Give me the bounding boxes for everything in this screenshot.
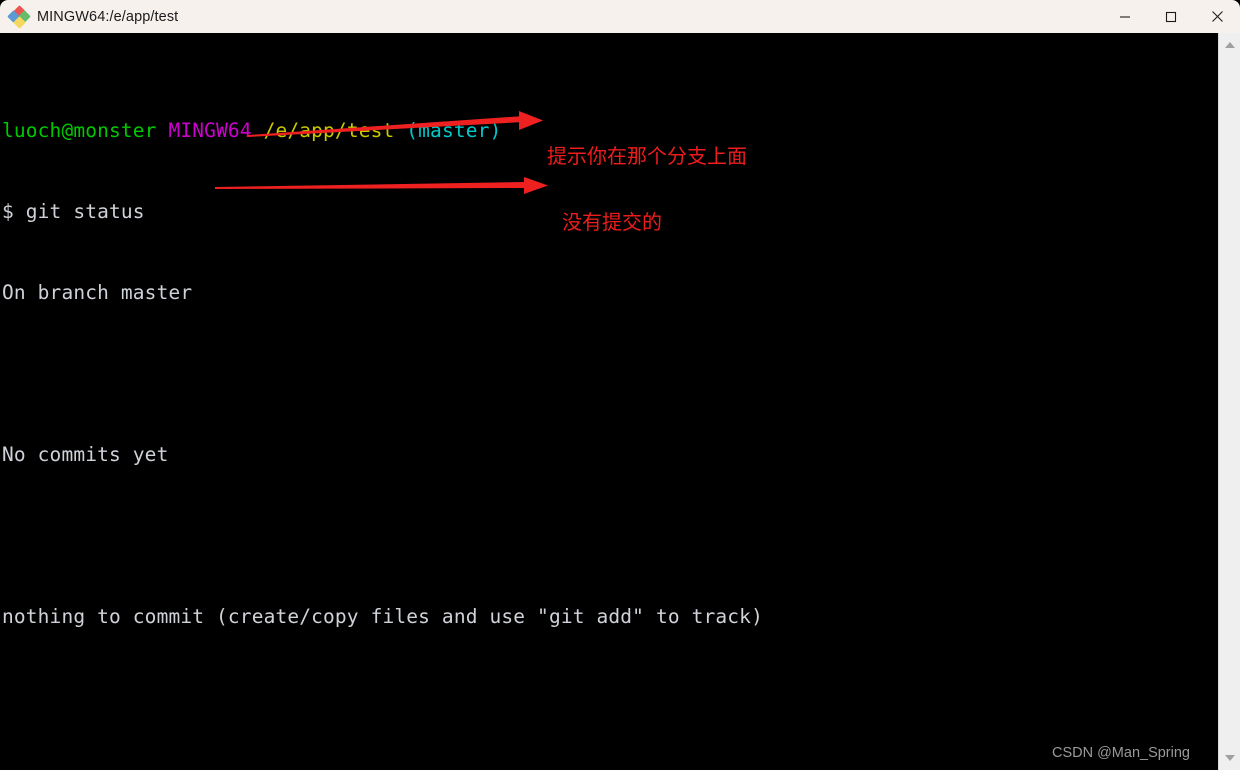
scroll-up-arrow-icon[interactable]	[1219, 35, 1240, 55]
title-bar-left: MINGW64:/e/app/test	[0, 4, 1102, 29]
title-bar[interactable]: MINGW64:/e/app/test	[0, 0, 1240, 33]
terminal-output: luoch@monster MINGW64 /e/app/test (maste…	[2, 63, 763, 770]
minimize-button[interactable]	[1102, 0, 1148, 33]
output-no-commits-yet: No commits yet	[2, 443, 169, 466]
close-button[interactable]	[1194, 0, 1240, 33]
output-on-branch-master: On branch master	[2, 281, 193, 304]
prompt-user: luoch@monster	[2, 119, 157, 142]
maximize-button[interactable]	[1148, 0, 1194, 33]
mingw64-terminal-window: MINGW64:/e/app/test luoch@monster MINGW6…	[0, 0, 1240, 770]
terminal-screen[interactable]: luoch@monster MINGW64 /e/app/test (maste…	[0, 33, 1218, 770]
prompt-shell: MINGW64	[168, 119, 252, 142]
window-controls	[1102, 0, 1240, 33]
scroll-down-arrow-icon[interactable]	[1219, 748, 1240, 768]
annotation-label-2: 没有提交的	[562, 210, 662, 234]
annotation-label-1: 提示你在那个分支上面	[547, 144, 747, 168]
vertical-scrollbar[interactable]	[1218, 33, 1240, 770]
git-bash-diamond-icon	[7, 4, 31, 29]
window-title: MINGW64:/e/app/test	[37, 8, 179, 25]
prompt-branch: (master)	[406, 119, 502, 142]
prompt-path: /e/app/test	[263, 119, 395, 142]
output-nothing-to-commit: nothing to commit (create/copy files and…	[2, 605, 763, 628]
watermark: CSDN @Man_Spring	[1051, 745, 1190, 761]
prompt-line-2: luoch@monster MINGW64 /e/app/test (maste…	[2, 765, 763, 770]
